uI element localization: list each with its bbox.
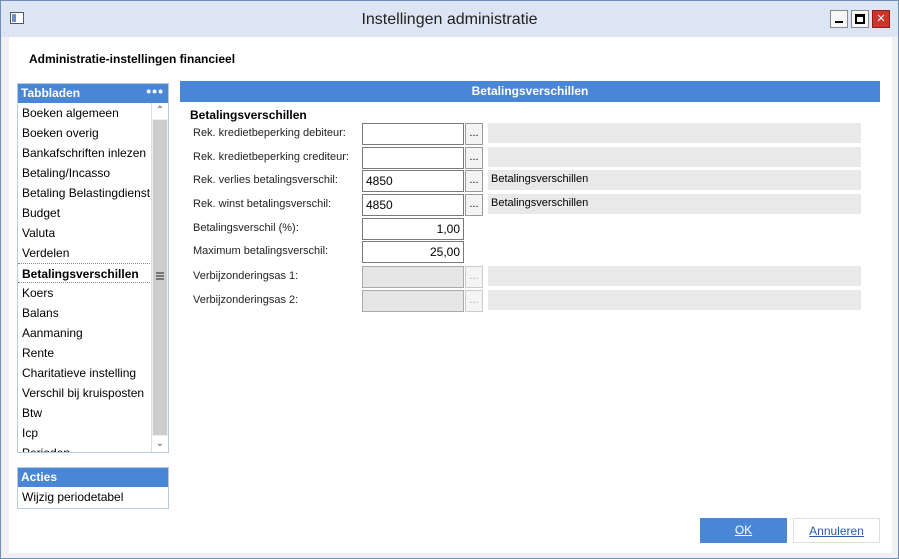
- form-row: Rek. verlies betalingsverschil: 4850... Be…: [193, 170, 873, 192]
- field-label: Rek. verlies betalingsverschil:: [193, 174, 338, 186]
- field-description: [488, 266, 861, 286]
- maximize-icon: [855, 14, 865, 24]
- lookup-button[interactable]: ...: [465, 147, 483, 169]
- field-input[interactable]: [362, 147, 464, 169]
- scroll-up-button[interactable]: ⌃: [152, 103, 168, 119]
- more-options-icon[interactable]: •••: [146, 82, 164, 101]
- form-row: Maximum betalingsverschil: 25,00: [193, 241, 873, 263]
- dialog-window: Instellingen administratie ✕ Administrat…: [0, 0, 899, 559]
- scroll-down-button[interactable]: ⌄: [152, 436, 168, 452]
- tab-item[interactable]: Koers: [18, 283, 152, 303]
- field-description: Betalingsverschillen: [488, 194, 861, 214]
- form-row: Rek. kredietbeperking debiteur:...: [193, 123, 873, 145]
- field-description: [488, 123, 861, 143]
- form-row: Rek. winst betalingsverschil: 4850... Beta…: [193, 194, 873, 216]
- tab-item[interactable]: Boeken algemeen: [18, 103, 152, 123]
- field-label: Betalingsverschil (%):: [193, 222, 299, 234]
- field-input[interactable]: 4850: [362, 194, 464, 216]
- tab-item[interactable]: Balans: [18, 303, 152, 323]
- form-row: Verbijzonderingsas 2:...: [193, 290, 873, 312]
- scroll-thumb[interactable]: [153, 120, 167, 435]
- minimize-icon: [835, 21, 843, 23]
- tab-item[interactable]: Verschil bij kruisposten: [18, 383, 152, 403]
- close-icon: ✕: [876, 13, 886, 25]
- tab-item[interactable]: Charitatieve instelling: [18, 363, 152, 383]
- lookup-button[interactable]: ...: [465, 170, 483, 192]
- field-label: Maximum betalingsverschil:: [193, 245, 329, 257]
- chevron-down-icon: ⌄: [155, 438, 165, 449]
- tab-item[interactable]: Btw: [18, 403, 152, 423]
- page-title: Administratie-instellingen financieel: [29, 52, 236, 66]
- tab-item[interactable]: Icp: [18, 423, 152, 443]
- field-input[interactable]: [362, 123, 464, 145]
- cancel-button[interactable]: Annuleren: [793, 518, 880, 543]
- tab-item[interactable]: Betalingsverschillen: [18, 263, 152, 283]
- field-input[interactable]: 1,00: [362, 218, 464, 240]
- actions-panel-header: Acties: [18, 468, 168, 487]
- ok-button[interactable]: OK: [700, 518, 787, 543]
- tabs-panel-header: Tabbladen •••: [18, 82, 168, 103]
- form-row: Verbijzonderingsas 1:...: [193, 266, 873, 288]
- form-row: Rek. kredietbeperking crediteur:...: [193, 147, 873, 169]
- field-input[interactable]: 4850: [362, 170, 464, 192]
- section-header: Betalingsverschillen: [180, 81, 880, 102]
- action-wijzig-periodetabel[interactable]: Wijzig periodetabel: [18, 487, 168, 507]
- field-label: Verbijzonderingsas 2:: [193, 294, 299, 306]
- tab-item[interactable]: Betaling/Incasso: [18, 163, 152, 183]
- close-button[interactable]: ✕: [872, 10, 890, 28]
- field-label: Rek. winst betalingsverschil:: [193, 198, 332, 210]
- group-title: Betalingsverschillen: [190, 108, 307, 122]
- field-description: [488, 147, 861, 167]
- field-input: [362, 266, 464, 288]
- field-input: [362, 290, 464, 312]
- tab-item[interactable]: Betaling Belastingdienst: [18, 183, 152, 203]
- field-description: Betalingsverschillen: [488, 170, 861, 190]
- tab-item[interactable]: Verdelen: [18, 243, 152, 263]
- field-label: Rek. kredietbeperking debiteur:: [193, 127, 346, 139]
- tab-list-scrollbar[interactable]: ⌃ ⌄: [151, 103, 168, 452]
- actions-panel: Acties Wijzig periodetabel: [17, 467, 169, 509]
- minimize-button[interactable]: [830, 10, 848, 28]
- form-row: Betalingsverschil (%): 1,00: [193, 218, 873, 240]
- lookup-button[interactable]: ...: [465, 194, 483, 216]
- field-label: Verbijzonderingsas 1:: [193, 270, 299, 282]
- dialog-content: Administratie-instellingen financieel Ta…: [9, 37, 892, 553]
- tabs-panel-title: Tabbladen: [21, 86, 81, 100]
- tab-item[interactable]: Boeken overig: [18, 123, 152, 143]
- title-bar: Instellingen administratie ✕: [1, 1, 898, 37]
- window-title: Instellingen administratie: [361, 11, 538, 28]
- field-label: Rek. kredietbeperking crediteur:: [193, 151, 349, 163]
- tab-item[interactable]: Budget: [18, 203, 152, 223]
- tab-item[interactable]: Valuta: [18, 223, 152, 243]
- lookup-button: ...: [465, 266, 483, 288]
- tab-item[interactable]: Aanmaning: [18, 323, 152, 343]
- tab-item[interactable]: Perioden: [18, 443, 152, 452]
- tabs-panel: Tabbladen ••• Boeken algemeen Boeken over…: [17, 83, 169, 453]
- chevron-up-icon: ⌃: [155, 105, 165, 116]
- cancel-button-label: Annuleren: [809, 524, 864, 538]
- field-input[interactable]: 25,00: [362, 241, 464, 263]
- tab-item[interactable]: Rente: [18, 343, 152, 363]
- lookup-button: ...: [465, 290, 483, 312]
- tab-list: Boeken algemeen Boeken overig Bankafschrif…: [18, 103, 152, 452]
- field-description: [488, 290, 861, 310]
- lookup-button[interactable]: ...: [465, 123, 483, 145]
- maximize-button[interactable]: [851, 10, 869, 28]
- tab-item[interactable]: Bankafschriften inlezen: [18, 143, 152, 163]
- ok-button-label: OK: [734, 523, 753, 537]
- grip-icon: [156, 272, 164, 280]
